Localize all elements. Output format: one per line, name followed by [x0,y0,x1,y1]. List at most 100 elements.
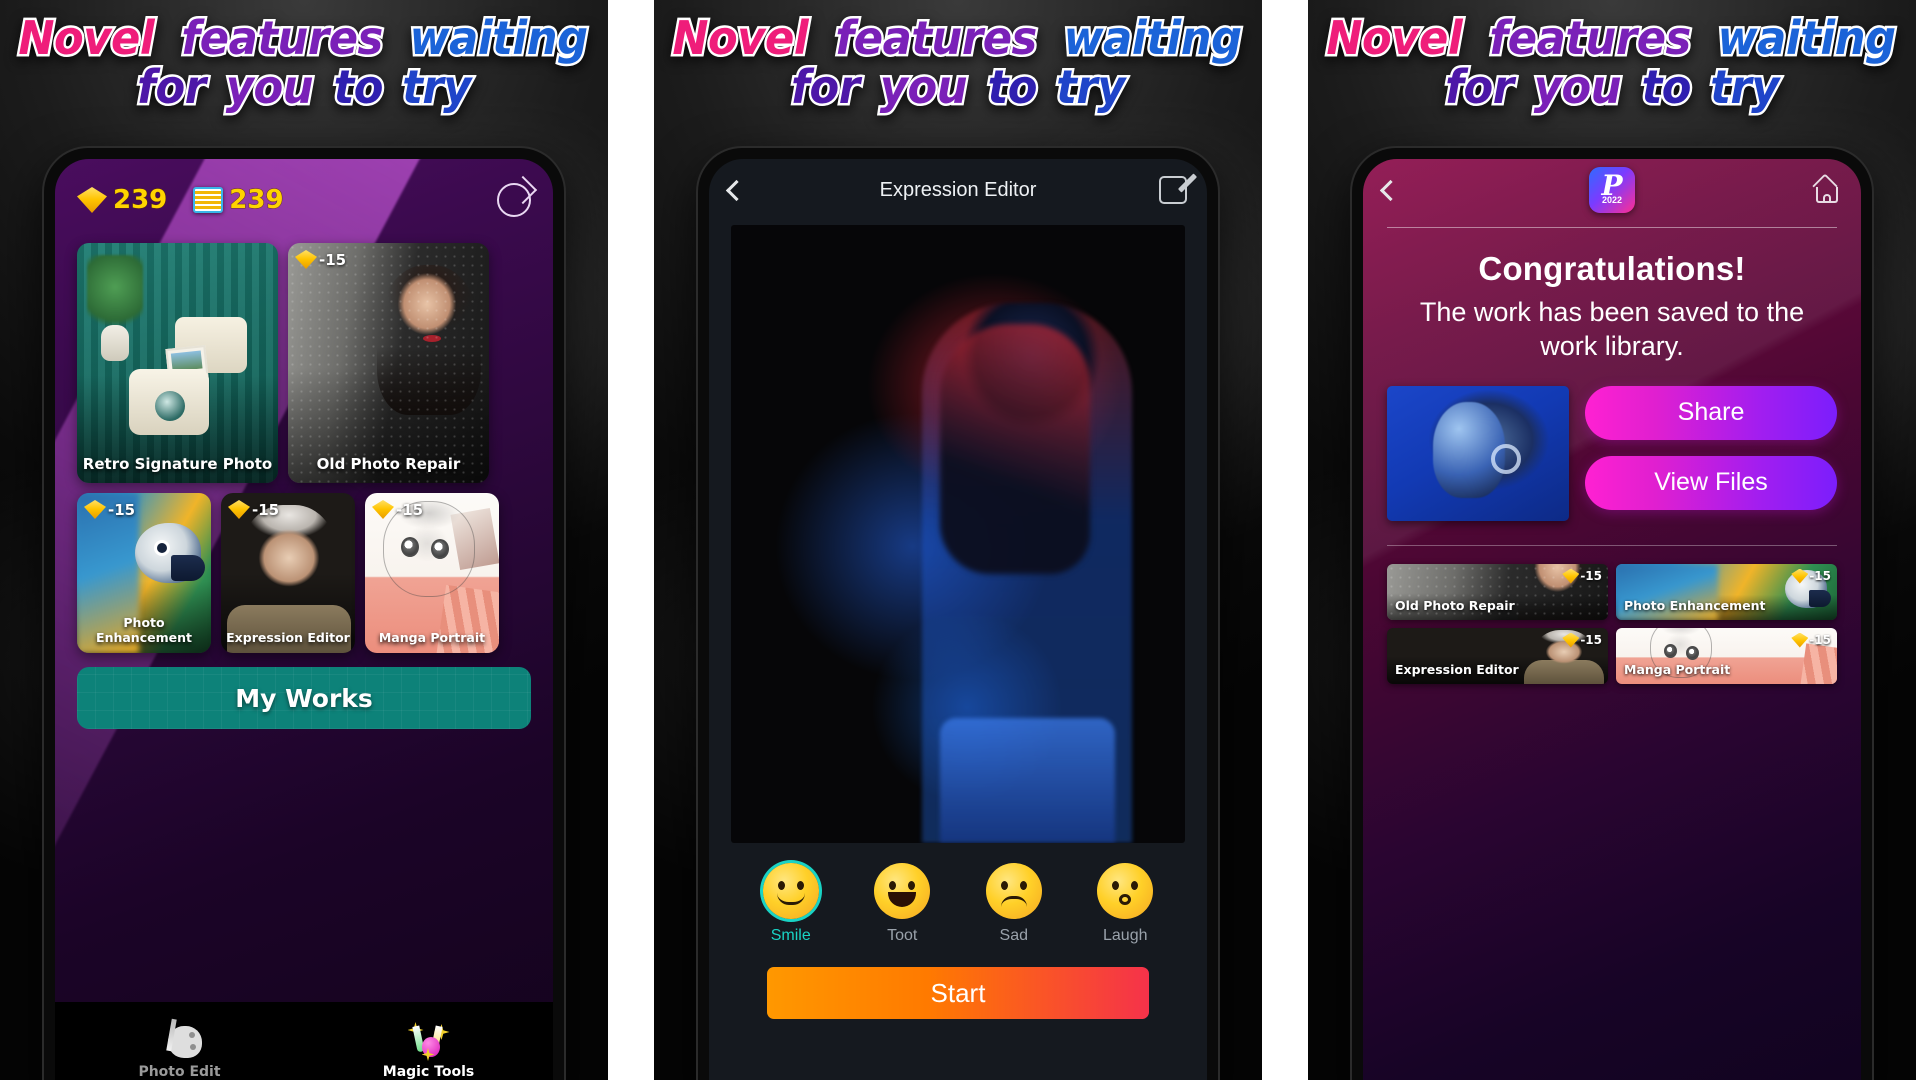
cost-value: -15 [252,500,280,519]
recommendation-card-old-photo-repair[interactable]: -15 Old Photo Repair [1387,563,1608,620]
app-logo: P 2022 [1589,167,1635,213]
nav-item-magic-tools[interactable]: Magic Tools [304,1020,553,1080]
card-artwork [288,243,489,483]
home-icon[interactable] [1812,173,1841,203]
cost-value: -15 [1809,633,1831,647]
headline-word: you [224,59,316,114]
headline-word: for [135,59,209,114]
feature-card-label: Expression Editor [226,630,350,645]
slight-smile-emoji [762,863,819,919]
headline-word: waiting [1062,11,1245,65]
feature-card-label: Photo Enhancement [96,615,192,645]
headline-word: try [400,59,474,114]
phone-3-screen: P 2022 Congratulations! The work has bee… [1363,159,1861,1080]
recommendation-label: Photo Enhancement [1624,597,1766,613]
frowning-emoji [985,863,1042,919]
chevron-left-icon[interactable] [1379,179,1402,201]
headline-word: features [1487,11,1694,65]
cost-value: -15 [1580,633,1602,647]
feature-card-retro-signature-photo[interactable]: Retro Signature Photo [77,243,278,483]
gem-balance[interactable]: 239 [77,185,168,216]
recommendation-card-expression-editor[interactable]: -15 Expression Editor [1387,627,1608,684]
recommendation-card-manga-portrait[interactable]: -15 Manga Portrait [1616,627,1837,684]
expression-option-sad[interactable]: Sad [985,863,1042,945]
cost-value: -15 [319,250,347,269]
phone-1-screen: 239 239 Retro Signature Photo -15 Old Ph… [55,159,553,1080]
feature-grid: Retro Signature Photo -15 Old Photo Repa… [55,217,553,653]
headline-word: Novel [16,11,157,65]
headline-line-1: Novel features waiting [654,11,1262,65]
headline-line-1: Novel features waiting [0,11,608,65]
magic-potion-icon [407,1020,451,1061]
headline-line-1: Novel features waiting [1308,11,1916,65]
result-actions: Share View Files [1585,385,1837,510]
headline-word: to [985,59,1040,114]
expression-selector: Smile Toot Sad Laugh [709,843,1207,945]
headline-line-2: for you to try [1308,59,1916,114]
cost-badge: -15 [372,500,423,519]
expression-option-smile[interactable]: Smile [762,863,819,945]
diamond-icon [228,500,250,519]
my-works-button[interactable]: My Works [77,667,531,729]
recommendation-label: Manga Portrait [1624,661,1731,677]
view-files-button[interactable]: View Files [1585,455,1837,510]
result-thumbnail[interactable] [1387,385,1569,521]
diamond-icon [1791,632,1809,648]
recommendation-label: Old Photo Repair [1395,597,1515,613]
headline-word: you [878,59,970,114]
headline-word: you [1532,59,1624,114]
diamond-icon [77,187,107,213]
headline-word: features [833,11,1040,65]
headline-word: Novel [670,11,811,65]
start-button[interactable]: Start [767,967,1149,1019]
headline-word: waiting [1716,11,1899,65]
feature-card-manga-portrait[interactable]: -15 Manga Portrait [365,493,499,653]
bottom-nav-bar: Photo Edit Magic Tools [55,1002,553,1080]
panel-1-headline: Novel features waiting for you to try [0,0,608,114]
gem-count: 239 [112,185,168,216]
card-artwork [77,243,278,483]
ticket-balance[interactable]: 239 [193,185,284,216]
recommendation-card-photo-enhancement[interactable]: -15 Photo Enhancement [1616,563,1837,620]
store-panel-2: Novel features waiting for you to try Ex… [654,0,1262,1080]
nav-item-photo-edit[interactable]: Photo Edit [55,1018,304,1080]
cost-value: -15 [396,500,424,519]
share-arrow-icon[interactable] [497,183,531,217]
feature-card-expression-editor[interactable]: -15 Expression Editor [221,493,355,653]
result-row: Share View Files [1363,364,1861,521]
cost-badge: -15 [1791,568,1831,584]
pencil-square-icon[interactable] [1159,176,1187,204]
kissing-emoji [1097,863,1154,919]
headline-word: for [789,59,863,114]
cost-badge: -15 [1791,632,1831,648]
feature-row-top: Retro Signature Photo -15 Old Photo Repa… [77,243,531,483]
page-title: Expression Editor [879,178,1037,201]
cost-value: -15 [1580,569,1602,583]
expression-label: Toot [887,927,918,944]
phone-2-screen: Expression Editor Smile Toot Sad Laugh S… [709,159,1207,1080]
share-button[interactable]: Share [1585,385,1837,440]
phone-3-topbar: P 2022 [1363,159,1861,221]
screenshot-stage: Novel features waiting for you to try 23… [0,0,1920,1080]
headline-word: Novel [1324,11,1465,65]
feature-card-old-photo-repair[interactable]: -15 Old Photo Repair [288,243,489,483]
expression-preview-image[interactable] [731,225,1185,843]
diamond-icon [295,250,317,269]
ticket-count: 239 [229,185,284,216]
headline-word: features [179,11,386,65]
expression-option-toot[interactable]: Toot [874,863,931,945]
diamond-icon [372,500,394,519]
cost-badge: -15 [228,500,279,519]
diamond-icon [1562,632,1580,648]
headline-line-2: for you to try [654,59,1262,114]
feature-card-label: Retro Signature Photo [82,455,273,473]
congratulations-block: Congratulations! The work has been saved… [1363,228,1861,364]
cost-badge: -15 [1562,632,1602,648]
panel-3-headline: Novel features waiting for you to try [1308,0,1916,114]
feature-card-photo-enhancement[interactable]: -15 Photo Enhancement [77,493,211,653]
phone-frame-1: 239 239 Retro Signature Photo -15 Old Ph… [44,148,564,1080]
expression-label: Laugh [1103,927,1148,944]
feature-row-bottom: -15 Photo Enhancement -15 Expression Edi… [77,493,531,653]
expression-option-laugh[interactable]: Laugh [1097,863,1154,945]
store-panel-3: Novel features waiting for you to try P … [1308,0,1916,1080]
